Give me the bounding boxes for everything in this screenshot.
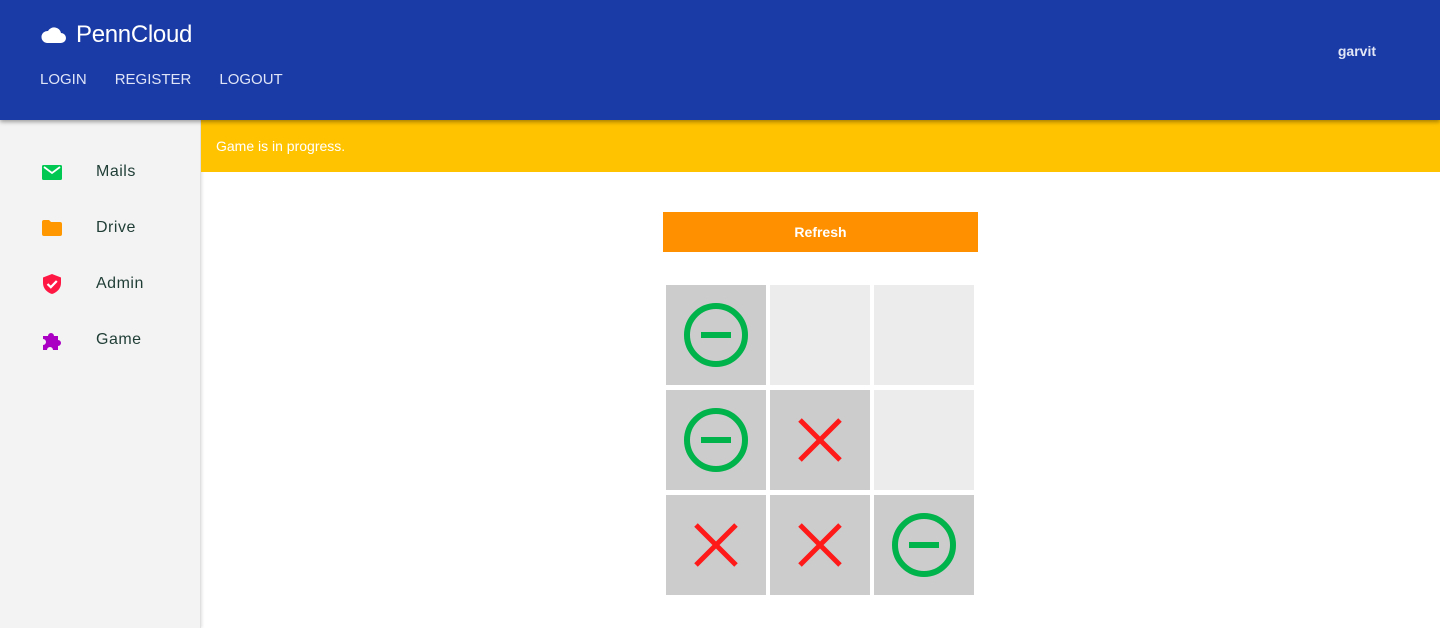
sidebar-item-label: Game bbox=[96, 331, 142, 348]
board-cell-x[interactable] bbox=[770, 390, 870, 490]
app-header: PennCloud LOGIN REGISTER LOGOUT garvit bbox=[0, 0, 1440, 120]
sidebar-item-mails[interactable]: Mails bbox=[0, 152, 200, 192]
refresh-button[interactable]: Refresh bbox=[663, 212, 978, 252]
x-mark-icon bbox=[798, 418, 842, 462]
board-cell-o[interactable] bbox=[666, 390, 766, 490]
puzzle-icon bbox=[40, 328, 64, 352]
board-cell-o[interactable] bbox=[874, 495, 974, 595]
sidebar-item-drive[interactable]: Drive bbox=[0, 208, 200, 248]
sidebar: Mails Drive Admin Game bbox=[0, 120, 201, 628]
x-mark-icon bbox=[798, 523, 842, 567]
tic-tac-toe-board bbox=[666, 285, 974, 595]
board-cell-empty[interactable] bbox=[874, 285, 974, 385]
login-link[interactable]: LOGIN bbox=[40, 71, 87, 88]
board-cell-x[interactable] bbox=[770, 495, 870, 595]
sidebar-item-label: Drive bbox=[96, 219, 136, 236]
status-bar: Game is in progress. bbox=[201, 120, 1440, 172]
sidebar-item-label: Admin bbox=[96, 275, 144, 292]
shield-check-icon bbox=[40, 272, 64, 296]
o-mark-icon bbox=[892, 513, 956, 577]
username-label: garvit bbox=[1337, 43, 1376, 59]
board-cell-empty[interactable] bbox=[874, 390, 974, 490]
mail-icon bbox=[40, 160, 64, 184]
board-cell-x[interactable] bbox=[666, 495, 766, 595]
board-cell-o[interactable] bbox=[666, 285, 766, 385]
sidebar-item-label: Mails bbox=[96, 163, 136, 180]
board-cell-empty[interactable] bbox=[770, 285, 870, 385]
brand[interactable]: PennCloud bbox=[40, 20, 192, 50]
status-message: Game is in progress. bbox=[216, 138, 346, 154]
folder-icon bbox=[40, 216, 64, 240]
sidebar-item-admin[interactable]: Admin bbox=[0, 264, 200, 304]
cloud-icon bbox=[41, 27, 66, 43]
top-nav: LOGIN REGISTER LOGOUT bbox=[40, 71, 311, 88]
register-link[interactable]: REGISTER bbox=[115, 71, 192, 88]
o-mark-icon bbox=[684, 408, 748, 472]
sidebar-item-game[interactable]: Game bbox=[0, 320, 200, 360]
brand-name: PennCloud bbox=[76, 21, 193, 48]
x-mark-icon bbox=[694, 523, 738, 567]
o-mark-icon bbox=[684, 303, 748, 367]
logout-link[interactable]: LOGOUT bbox=[219, 71, 282, 88]
